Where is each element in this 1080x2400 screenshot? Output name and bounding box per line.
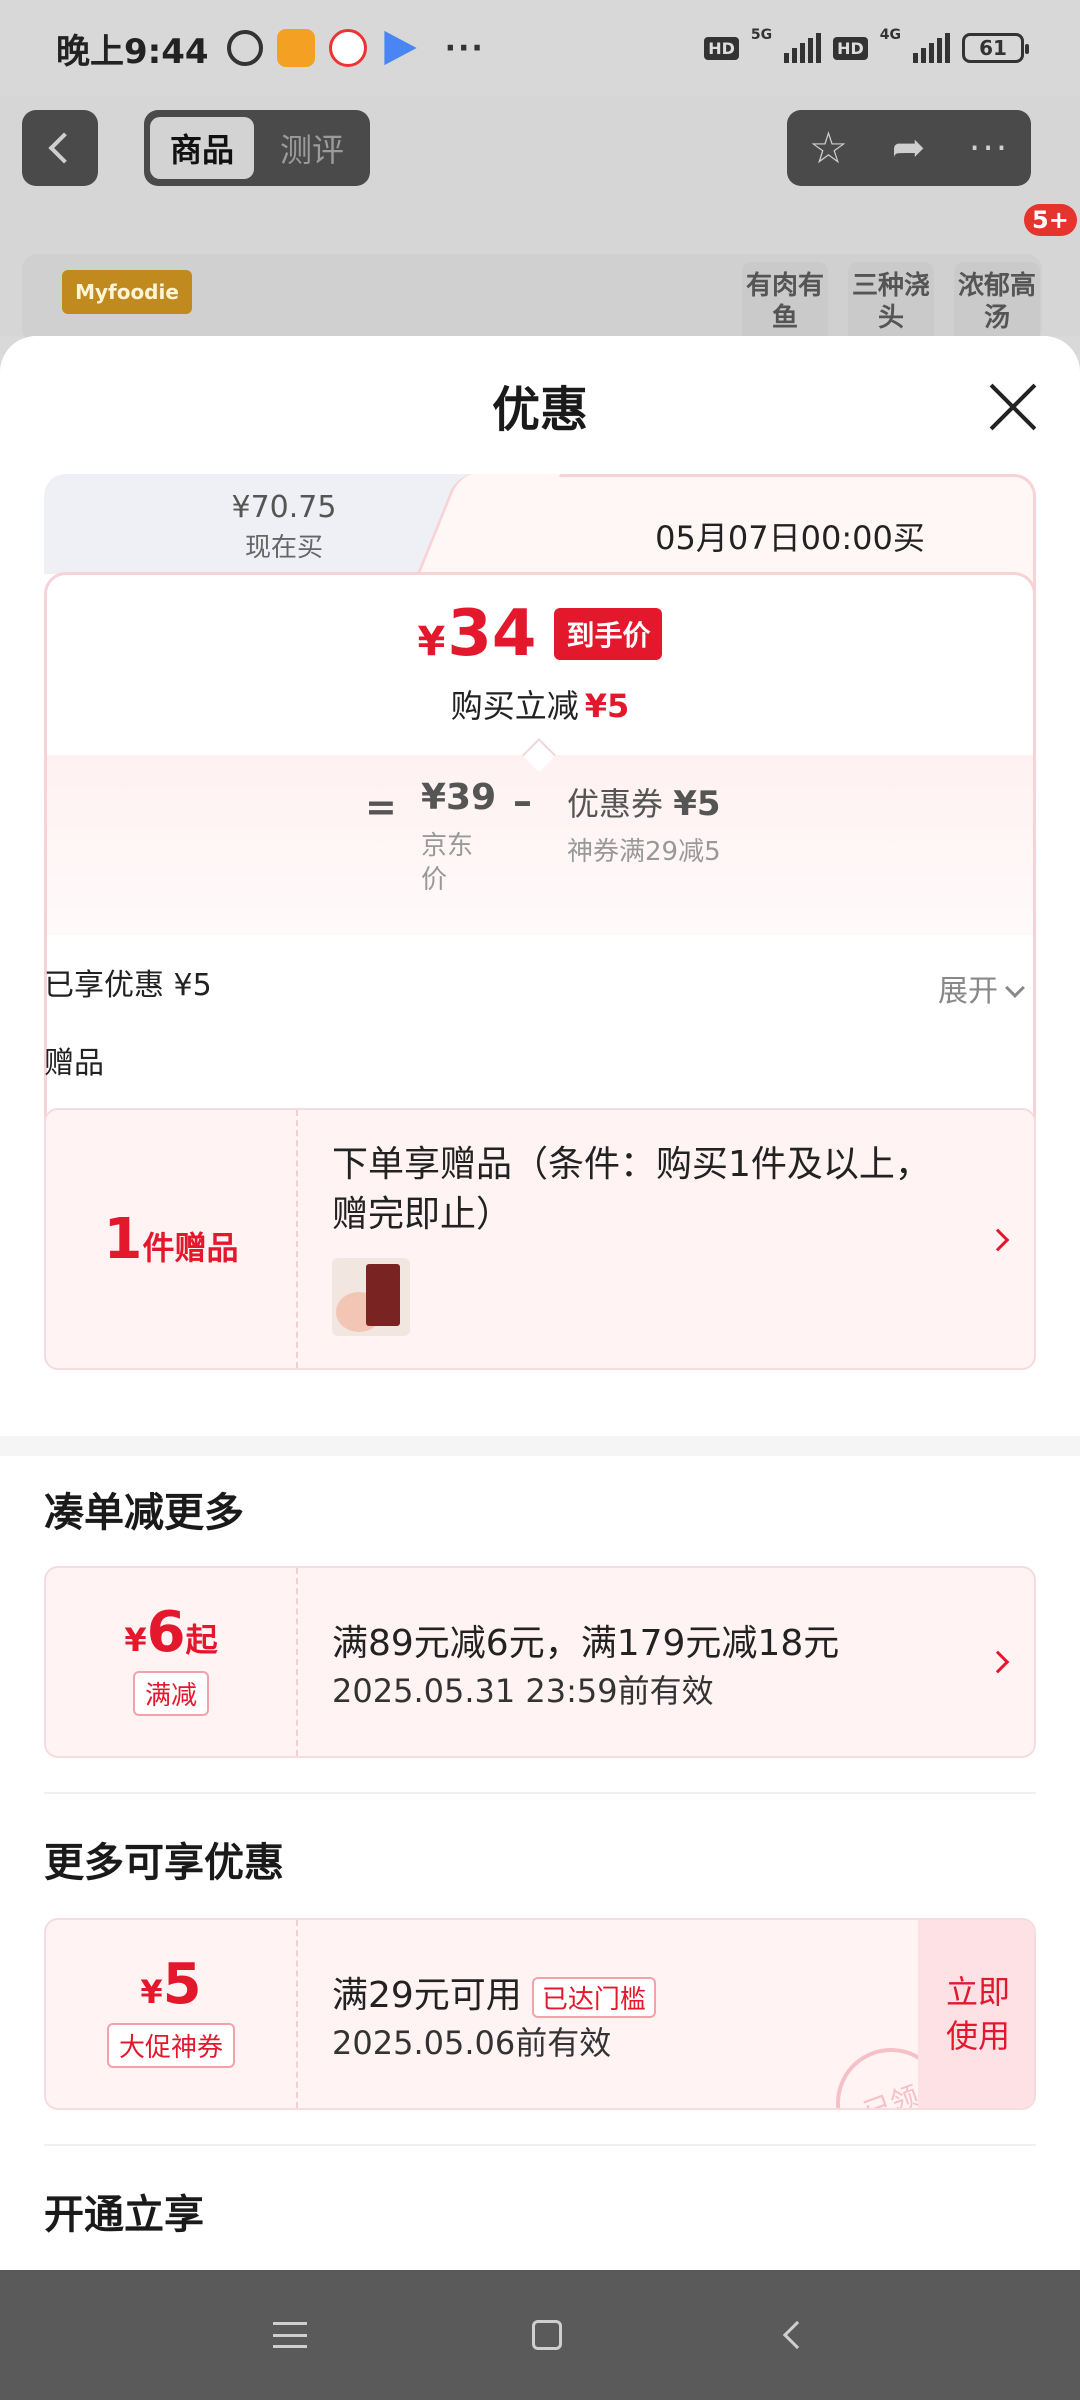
combo-currency: ¥ xyxy=(124,1621,147,1659)
network-5g-label: 5G xyxy=(750,27,773,43)
gift-section-title: 赠品 xyxy=(44,1046,104,1081)
coupon-deduction: 优惠券 ¥5 xyxy=(567,779,721,825)
back-icon[interactable] xyxy=(783,2320,812,2350)
tab-review[interactable]: 测评 xyxy=(260,117,364,179)
signal-icon-2 xyxy=(913,33,950,63)
page-tabs: 商品 测评 xyxy=(144,110,370,186)
coupon-value: ¥5 xyxy=(673,784,721,824)
chevron-down-icon xyxy=(1005,978,1025,998)
expand-label: 展开 xyxy=(938,974,998,1009)
gift-count: 1 件赠品 xyxy=(46,1110,298,1368)
feature-tag-broth: 浓郁高汤 xyxy=(954,262,1040,342)
gift-count-number: 1 xyxy=(103,1206,143,1272)
system-nav-bar xyxy=(0,2270,1080,2400)
feature-tag-meat-fish: 有肉有鱼 xyxy=(742,262,828,342)
status-time: 晚上9:44 xyxy=(56,31,209,72)
close-icon[interactable] xyxy=(986,380,1040,434)
back-arrow-icon xyxy=(48,132,80,164)
jd-price-label: 京东价 xyxy=(421,831,474,895)
jd-price: ¥39 xyxy=(421,777,497,818)
future-label: 05月07日00:00买 xyxy=(655,519,925,557)
hand-price-value: 34 xyxy=(447,597,537,671)
instant-reduce: 购买立减 ¥5 xyxy=(47,681,1033,727)
signal-icon xyxy=(784,33,822,63)
gift-description: 下单享赠品（条件：购买1件及以上，赠完即止） xyxy=(332,1144,931,1235)
coupon-rule: 满29元可用 已达门槛 xyxy=(332,1966,656,2018)
instant-reduce-value: ¥5 xyxy=(584,687,630,725)
product-header: 商品 测评 ☆ ➦ ··· 5+ Myfoodie 有肉有鱼 三种浇头 浓郁高汤 xyxy=(0,96,1080,344)
discount-sheet: 优惠 ¥70.75 现在买 05月07日00:00买 ¥34 到手价 购买立减 ¥… xyxy=(0,336,1080,2270)
coupon-label: 优惠券 xyxy=(567,785,664,823)
chevron-right-icon xyxy=(986,1228,1010,1252)
hd-icon-2: HD xyxy=(833,36,868,60)
recent-apps-icon[interactable] xyxy=(272,2322,307,2348)
weibo-icon xyxy=(328,29,367,67)
header-actions: ☆ ➦ ··· xyxy=(787,110,1031,186)
coupon-card-currency: ¥ xyxy=(140,1973,163,2011)
combo-suffix: 起 xyxy=(185,1621,218,1659)
battery-icon: 61 xyxy=(962,33,1029,63)
notes-app-icon xyxy=(276,29,315,67)
chevron-right-icon xyxy=(986,1650,1010,1674)
gift-count-unit: 件赠品 xyxy=(142,1229,239,1267)
combo-expiry: 2025.05.31 23:59前有效 xyxy=(332,1672,714,1710)
coupon-card-tag: 大促神券 xyxy=(106,2023,235,2068)
enjoyed-discount: 已享优惠 ¥5 xyxy=(44,968,212,1003)
status-bar: 晚上9:44 ··· HD 5G HD 4G 61 xyxy=(0,0,1080,96)
open-membership-title: 开通立享 xyxy=(44,2192,204,2238)
instant-reduce-label: 购买立减 xyxy=(450,687,579,725)
threshold-reached-badge: 已达门槛 xyxy=(531,1976,656,2018)
product-banner: Myfoodie 有肉有鱼 三种浇头 浓郁高汤 xyxy=(22,254,1042,344)
equals-sign: = xyxy=(365,785,397,829)
combo-rule: 满89元减6元，满179元减18元 xyxy=(332,1623,840,1664)
hand-price-tag: 到手价 xyxy=(554,608,663,660)
back-button[interactable] xyxy=(22,110,98,186)
expand-button[interactable]: 展开 xyxy=(938,966,1025,1010)
combo-tag: 满减 xyxy=(132,1671,209,1716)
minus-sign: – xyxy=(513,779,532,823)
brand-logo: Myfoodie xyxy=(62,270,192,314)
feature-tag-toppings: 三种浇头 xyxy=(848,262,934,342)
more-notifications-icon: ··· xyxy=(444,30,485,66)
sheet-title: 优惠 xyxy=(491,382,588,438)
alarm-icon xyxy=(226,30,263,66)
gift-thumbnail[interactable] xyxy=(332,1258,410,1336)
network-4g-label: 4G xyxy=(879,27,901,43)
hd-icon: HD xyxy=(704,36,739,60)
coupon-amount: ¥5 大促神券 xyxy=(46,1920,298,2108)
favorite-star-icon[interactable]: ☆ xyxy=(809,123,848,174)
coupon-rule-text: 满29元可用 xyxy=(332,1975,522,2016)
combo-discount-card[interactable]: ¥6起 满减 满89元减6元，满179元减18元 2025.05.31 23:5… xyxy=(44,1566,1036,1758)
combo-value: 6 xyxy=(146,1600,186,1665)
coupon-subtext: 神券满29减5 xyxy=(567,837,721,867)
tab-product[interactable]: 商品 xyxy=(150,117,254,179)
more-options-icon[interactable]: ··· xyxy=(969,128,1009,169)
coupon-card-value: 5 xyxy=(162,1952,202,2017)
gift-card[interactable]: 1 件赠品 下单享赠品（条件：购买1件及以上，赠完即止） xyxy=(44,1108,1036,1370)
combo-amount: ¥6起 满减 xyxy=(46,1568,298,1756)
use-now-button[interactable]: 立即使用 xyxy=(918,1920,1034,2108)
coupon-card[interactable]: ¥5 大促神券 满29元可用 已达门槛 2025.05.06前有效 已领 立即使用 xyxy=(44,1918,1036,2110)
play-store-icon xyxy=(384,30,417,66)
more-offers-title: 更多可享优惠 xyxy=(44,1840,284,1886)
share-icon[interactable]: ➦ xyxy=(892,125,926,171)
hand-price: ¥34 到手价 xyxy=(47,597,1033,671)
hand-price-currency: ¥ xyxy=(417,619,446,665)
message-count-badge: 5+ xyxy=(1024,204,1077,236)
coupon-expiry: 2025.05.06前有效 xyxy=(332,2024,612,2062)
home-icon[interactable] xyxy=(531,2320,562,2350)
combo-section-title: 凑单减更多 xyxy=(44,1490,244,1536)
